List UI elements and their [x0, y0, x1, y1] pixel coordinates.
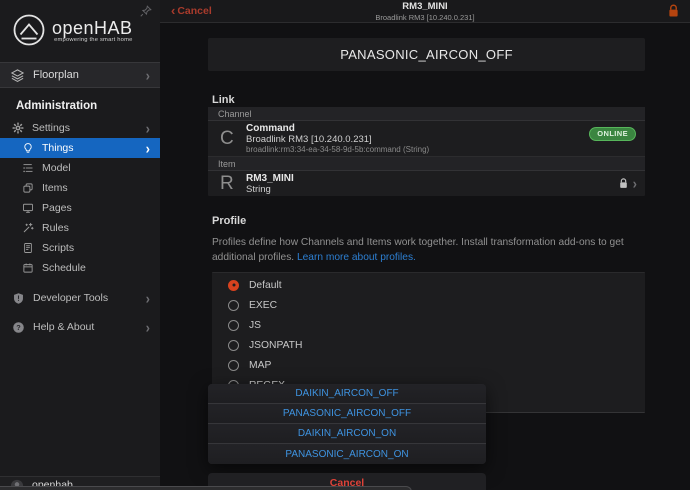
- profile-option-map[interactable]: MAP: [212, 355, 645, 375]
- sidebar-item-label: Model: [42, 162, 71, 174]
- item-r-icon: R: [220, 173, 234, 194]
- sidebar-item-floorplan[interactable]: Floorplan ›: [0, 62, 160, 88]
- action-sheet-option-daikin-aircon-off[interactable]: DAIKIN_AIRCON_OFF: [208, 384, 486, 404]
- action-sheet-option-daikin-aircon-on[interactable]: DAIKIN_AIRCON_ON: [208, 424, 486, 444]
- radio-icon: [228, 279, 239, 291]
- status-badge-online: ONLINE: [589, 127, 636, 141]
- navbar: ‹ Cancel RM3_MINI Broadlink RM3 [10.240.…: [160, 0, 690, 23]
- gear-icon: [12, 122, 24, 134]
- page-title: PANASONIC_AIRCON_OFF: [208, 38, 645, 71]
- sidebar-item-label: Pages: [42, 202, 72, 214]
- sidebar-item-label: Floorplan: [33, 69, 79, 81]
- profile-description: Profiles define how Channels and Items w…: [212, 235, 644, 265]
- channel-thing: Broadlink RM3 [10.240.0.231]: [246, 133, 372, 145]
- channel-uid: broadlink:rm3:34-ea-34-58-9d-5b:command …: [246, 144, 430, 154]
- sidebar-item-help-about[interactable]: ? Help & About ›: [0, 315, 160, 339]
- sidebar-item-pages[interactable]: Pages: [0, 198, 160, 218]
- chevron-right-icon: ›: [145, 139, 150, 157]
- radio-icon: [228, 339, 239, 351]
- question-icon: ?: [13, 321, 24, 333]
- sidebar-item-items[interactable]: Items: [0, 178, 160, 198]
- profile-option-label: JS: [249, 319, 262, 331]
- navbar-subtitle: Broadlink RM3 [10.240.0.231]: [375, 13, 475, 22]
- wand-icon: [23, 222, 34, 233]
- profile-option-jsonpath[interactable]: JSONPATH: [212, 335, 645, 355]
- chevron-right-icon: ›: [632, 175, 637, 192]
- lightbulb-icon: [24, 143, 32, 153]
- sidebar-item-label: Scripts: [42, 242, 75, 254]
- profile-option-label: MAP: [249, 359, 272, 371]
- profile-option-js[interactable]: JS: [212, 315, 645, 335]
- logo-area: openHAB empowering the smart home: [0, 0, 160, 62]
- learn-more-link[interactable]: Learn more about profiles.: [297, 252, 416, 263]
- channel-label: Channel: [208, 107, 645, 121]
- link-card: Channel C Command Broadlink RM3 [10.240.…: [208, 107, 645, 196]
- svg-text:?: ?: [16, 322, 21, 331]
- item-type: String: [246, 183, 271, 195]
- logo-tagline: empowering the smart home: [54, 36, 133, 43]
- profile-description-text: Profiles define how Channels and Items w…: [212, 237, 624, 263]
- profile-option-label: JSONPATH: [249, 339, 303, 351]
- profile-option-default[interactable]: Default: [212, 275, 645, 295]
- sidebar-item-label: Things: [42, 142, 74, 154]
- calendar-icon: [23, 263, 33, 273]
- chevron-right-icon: ›: [145, 289, 150, 307]
- sidebar-item-label: Developer Tools: [33, 292, 109, 304]
- navbar-title-block: RM3_MINI Broadlink RM3 [10.240.0.231]: [160, 1, 690, 22]
- sidebar-item-scripts[interactable]: Scripts: [0, 238, 160, 258]
- lock-icon-small: [619, 178, 627, 188]
- radio-icon: [228, 319, 239, 331]
- model-tree-icon: [23, 164, 33, 173]
- sidebar-section-administration: Administration: [16, 100, 98, 112]
- chevron-right-icon: ›: [145, 66, 150, 84]
- sidebar-item-things[interactable]: Things ›: [0, 138, 160, 158]
- lock-icon[interactable]: [668, 4, 679, 18]
- sidebar-item-settings[interactable]: Settings ›: [0, 118, 160, 138]
- profile-section-header: Profile: [212, 215, 247, 227]
- profile-option-exec[interactable]: EXEC: [212, 295, 645, 315]
- sidebar-item-label: Settings: [32, 122, 70, 134]
- navbar-title: RM3_MINI: [402, 1, 448, 12]
- sidebar: openHAB empowering the smart home Floorp…: [0, 0, 160, 490]
- radio-icon: [228, 359, 239, 371]
- link-section-header: Link: [212, 94, 235, 106]
- status-tooltip-bar: [0, 486, 412, 490]
- display-icon: [23, 203, 33, 213]
- sidebar-item-label: Items: [42, 182, 68, 194]
- action-sheet-option-panasonic-aircon-on[interactable]: PANASONIC_AIRCON_ON: [208, 444, 486, 464]
- logo-text: openHAB: [52, 17, 133, 38]
- copy-icon: [23, 183, 33, 193]
- sidebar-item-label: Rules: [42, 222, 69, 234]
- openhab-logo-icon: [13, 14, 45, 46]
- channel-c-icon: C: [220, 128, 234, 149]
- action-sheet-option-panasonic-aircon-off[interactable]: PANASONIC_AIRCON_OFF: [208, 404, 486, 424]
- sidebar-item-label: Schedule: [42, 262, 86, 274]
- item-label: Item: [208, 157, 645, 171]
- channel-row[interactable]: C Command Broadlink RM3 [10.240.0.231] b…: [208, 121, 645, 157]
- sidebar-item-rules[interactable]: Rules: [0, 218, 160, 238]
- document-icon: [24, 243, 32, 253]
- channel-name: Command: [246, 122, 295, 134]
- item-name: RM3_MINI: [246, 172, 294, 184]
- sidebar-item-schedule[interactable]: Schedule: [0, 258, 160, 278]
- item-row[interactable]: R RM3_MINI String ›: [208, 171, 645, 196]
- chevron-right-icon: ›: [145, 318, 150, 336]
- radio-icon: [228, 299, 239, 311]
- chevron-right-icon: ›: [145, 119, 150, 137]
- sidebar-item-model[interactable]: Model: [0, 158, 160, 178]
- profile-option-label: Default: [249, 279, 282, 291]
- openhab-logo: openHAB empowering the smart home: [0, 0, 160, 47]
- layers-icon: [10, 68, 25, 82]
- sidebar-item-developer-tools[interactable]: Developer Tools ›: [0, 286, 160, 310]
- shield-icon: [14, 292, 23, 304]
- profile-option-label: EXEC: [249, 299, 278, 311]
- pin-icon[interactable]: [139, 4, 153, 18]
- sidebar-item-label: Help & About: [33, 321, 95, 333]
- action-sheet: DAIKIN_AIRCON_OFF PANASONIC_AIRCON_OFF D…: [208, 384, 486, 464]
